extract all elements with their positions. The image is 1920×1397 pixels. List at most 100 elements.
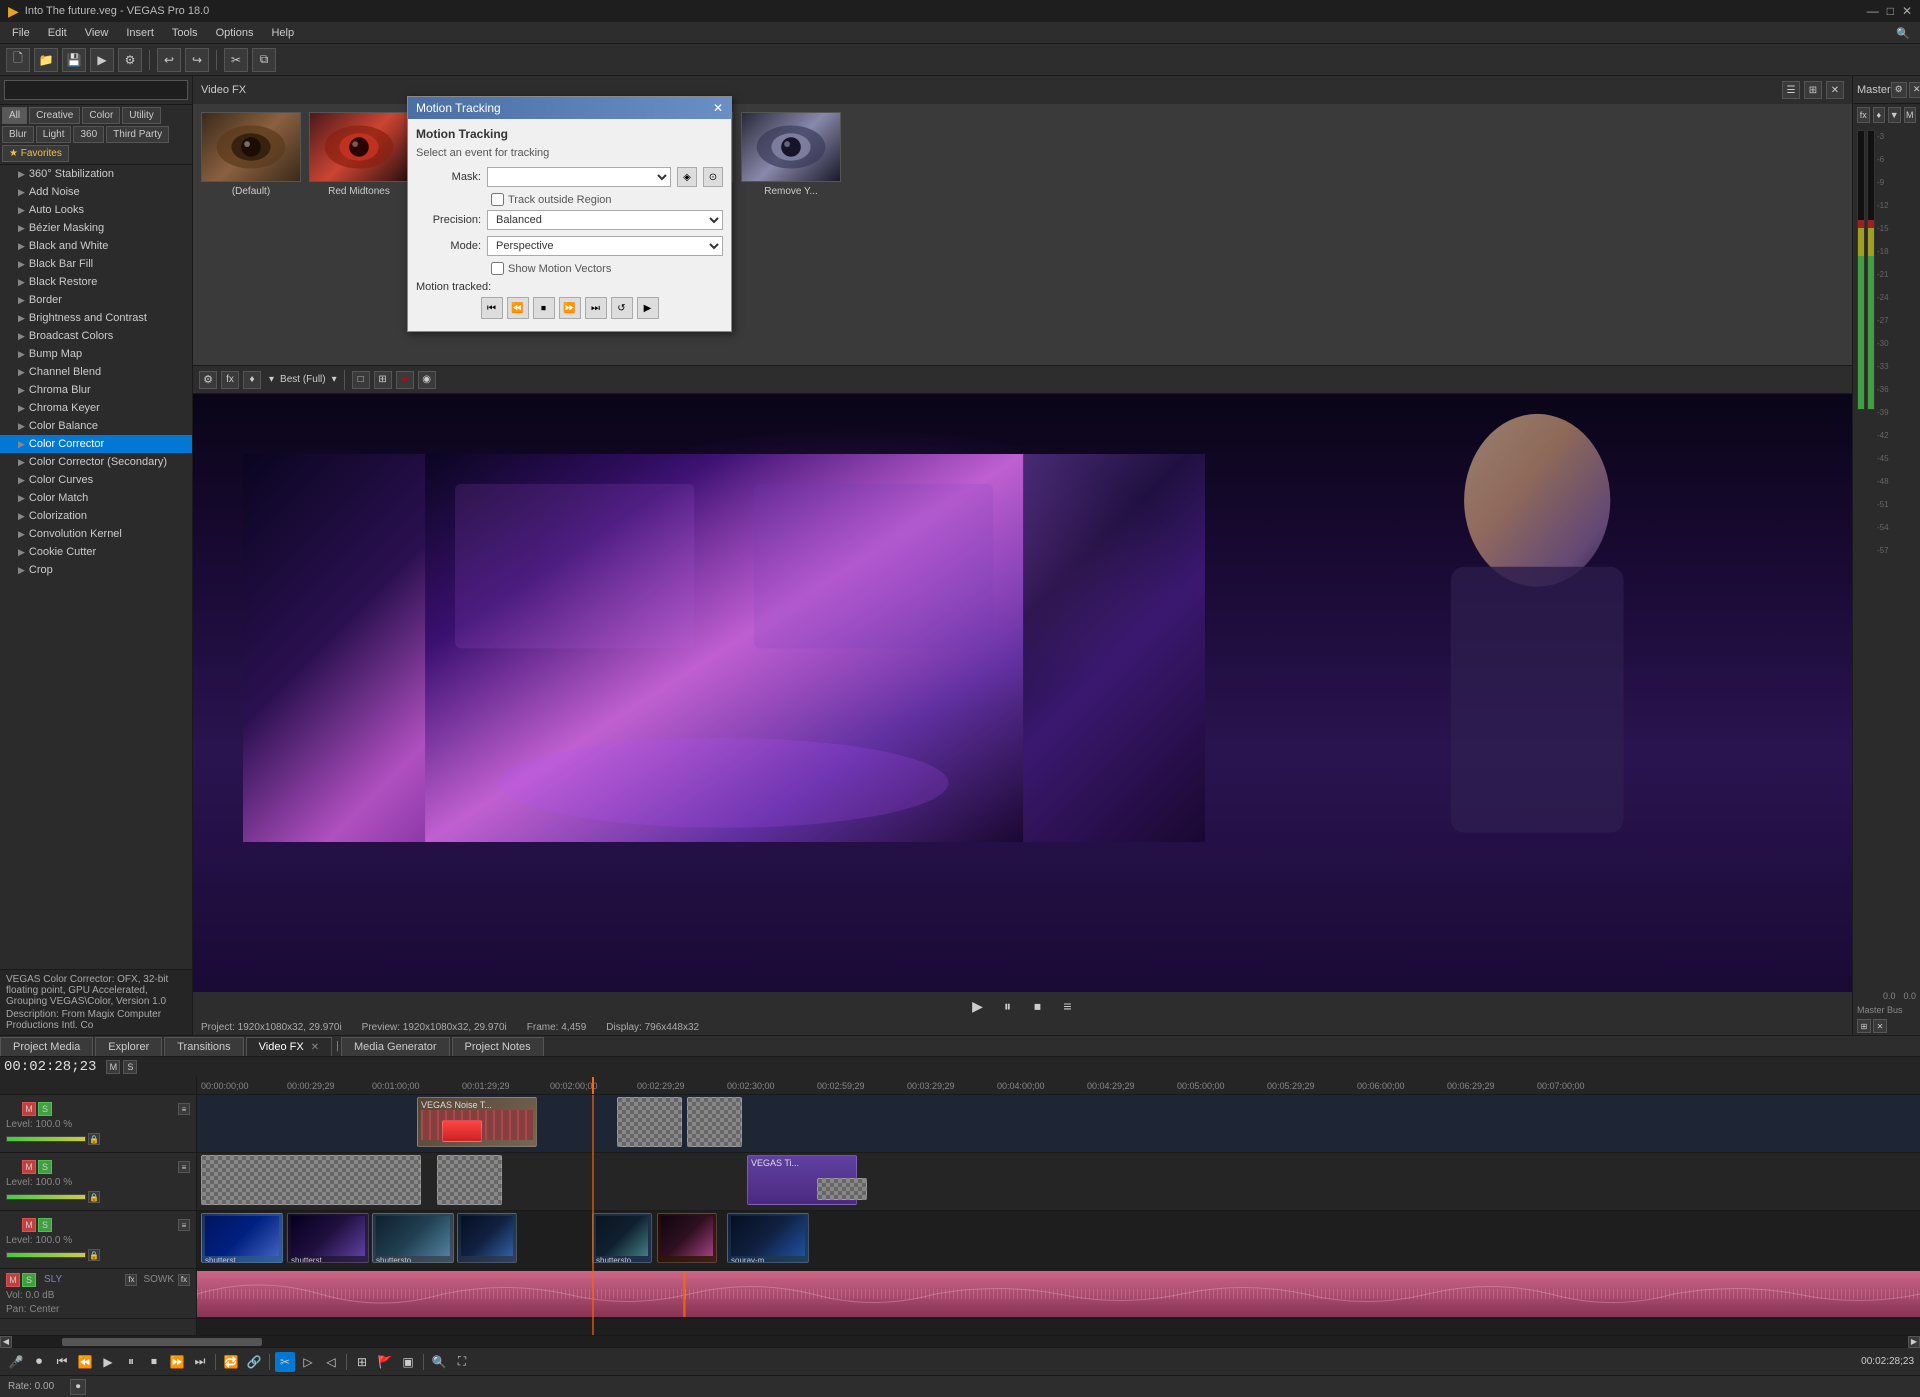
fx-item-blackrestore[interactable]: ▶ Black Restore [0,273,192,291]
preview-record-btn[interactable]: ● [396,371,414,389]
track-1-mute[interactable]: M [22,1102,36,1116]
clip-bg-2[interactable] [437,1155,502,1205]
clip-checker-3[interactable] [817,1178,867,1200]
toolbar-save[interactable]: 💾 [62,48,86,72]
mt-track-outside-checkbox[interactable] [491,193,504,206]
tab-project-notes[interactable]: Project Notes [452,1037,544,1056]
track-2-solo[interactable]: S [38,1160,52,1174]
fx-tab-third[interactable]: Third Party [106,126,169,143]
preview-split-btn[interactable]: □ [352,371,370,389]
preview-color-btn[interactable]: ♦ [243,371,261,389]
rp-fx-icon[interactable]: fx [1857,107,1870,123]
preview-settings-btn[interactable]: ⚙ [199,371,217,389]
toolbar-new[interactable]: 🗋 [6,48,30,72]
rp-eq-icon[interactable]: ♦ [1873,107,1886,123]
fx-tab-blur[interactable]: Blur [2,126,34,143]
bt-stop[interactable]: ⏹ [144,1352,164,1372]
fx-browser-list-view[interactable]: ☰ [1782,81,1800,99]
fx-search-input[interactable] [4,80,188,100]
bt-play[interactable]: ▶ [98,1352,118,1372]
fx-item-colorcurves[interactable]: ▶ Color Curves [0,471,192,489]
mt-mask-btn1[interactable]: ◈ [677,167,697,187]
mt-btn-stop[interactable]: ⏹ [533,297,555,319]
clip-vid-5[interactable]: shuttersto... [592,1213,652,1263]
bt-loop[interactable]: 🔁 [221,1352,241,1372]
fx-item-bezier[interactable]: ▶ Bézier Masking [0,219,192,237]
bt-rewind[interactable]: ⏪ [75,1352,95,1372]
fx-item-blackbarfill[interactable]: ▶ Black Bar Fill [0,255,192,273]
toolbar-settings[interactable]: ⚙ [118,48,142,72]
preview-grid-btn[interactable]: ⊞ [374,371,392,389]
tab-transitions[interactable]: Transitions [164,1037,243,1056]
menu-help[interactable]: Help [263,25,302,41]
fx-thumb-default[interactable]: (Default) [201,112,301,197]
bt-snap[interactable]: 🔗 [244,1352,264,1372]
toolbar-cut[interactable]: ✂ [224,48,248,72]
tab-project-media[interactable]: Project Media [0,1037,93,1056]
fx-thumb-remove[interactable]: Remove Y... [741,112,841,197]
fx-item-broadcast[interactable]: ▶ Broadcast Colors [0,327,192,345]
master-bus-settings[interactable]: ⊞ [1857,1019,1871,1033]
clip-vid-7[interactable]: sourav-m... [727,1213,809,1263]
mt-btn-end[interactable]: ⏭ [585,297,607,319]
h-scroll-thumb[interactable] [62,1338,262,1346]
bt-marker[interactable]: 🚩 [375,1352,395,1372]
minimize-button[interactable]: — [1867,4,1879,18]
mt-btn-start[interactable]: ⏮ [481,297,503,319]
toolbar-redo[interactable]: ↪ [185,48,209,72]
mt-precision-select[interactable]: Balanced [487,210,723,230]
bt-select[interactable]: ▷ [298,1352,318,1372]
track-4-fx2[interactable]: fx [178,1274,190,1286]
clip-checker-2[interactable] [687,1097,742,1147]
bt-forward[interactable]: ⏩ [167,1352,187,1372]
clip-vid-4[interactable] [457,1213,517,1263]
bt-select2[interactable]: ◁ [321,1352,341,1372]
menu-insert[interactable]: Insert [118,25,162,41]
mt-show-vectors-checkbox[interactable] [491,262,504,275]
rp-settings-btn[interactable]: ⚙ [1891,82,1907,98]
mt-btn-reset[interactable]: ↺ [611,297,633,319]
toolbar-open[interactable]: 📁 [34,48,58,72]
track-2-lock[interactable]: 🔒 [88,1191,100,1203]
clip-vid-3[interactable]: shuttersto... [372,1213,454,1263]
rp-mute-icon[interactable]: M [1904,107,1917,123]
menu-edit[interactable]: Edit [40,25,75,41]
fx-item-colorization[interactable]: ▶ Colorization [0,507,192,525]
bt-prev-frame[interactable]: ⏮ [52,1352,72,1372]
track-1-solo[interactable]: S [38,1102,52,1116]
mt-btn-play[interactable]: ▶ [637,297,659,319]
fx-item-brightness[interactable]: ▶ Brightness and Contrast [0,309,192,327]
rp-close-btn[interactable]: ✕ [1909,82,1920,98]
preview-fx-btn[interactable]: fx [221,371,239,389]
fx-tab-light[interactable]: Light [36,126,72,143]
toolbar-undo[interactable]: ↩ [157,48,181,72]
bt-razor[interactable]: ✂ [275,1352,295,1372]
fx-item-cookiecutter[interactable]: ▶ Cookie Cutter [0,543,192,561]
toolbar-copy[interactable]: ⧉ [252,48,276,72]
preview-pause-btn[interactable]: ⏸ [997,995,1019,1017]
fx-tab-color[interactable]: Color [82,107,120,124]
fx-item-bw[interactable]: ▶ Black and White [0,237,192,255]
fx-thumb-red[interactable]: Red Midtones [309,112,409,197]
scroll-left-btn[interactable]: ◀ [0,1336,12,1348]
track-4-mute[interactable]: M [6,1273,20,1287]
tab-video-fx-close[interactable]: ✕ [311,1042,319,1053]
fx-item-border[interactable]: ▶ Border [0,291,192,309]
track-3-mute[interactable]: M [22,1218,36,1232]
track-2-composite[interactable]: ≡ [178,1161,190,1173]
menu-view[interactable]: View [77,25,117,41]
mt-mask-btn2[interactable]: ⊙ [703,167,723,187]
bt-record[interactable]: ⏺ [29,1352,49,1372]
timeline-mute-all[interactable]: M [106,1060,120,1074]
fx-item-360stab[interactable]: ▶ 360° Stabilization [0,165,192,183]
clip-bg-1[interactable] [201,1155,421,1205]
tab-video-fx[interactable]: Video FX ✕ [246,1037,333,1056]
track-1-composite[interactable]: ≡ [178,1103,190,1115]
preview-menu-btn[interactable]: ≡ [1057,995,1079,1017]
fx-item-colorbalance[interactable]: ▶ Color Balance [0,417,192,435]
mt-mask-select[interactable] [487,167,671,187]
fx-item-colorcorrector[interactable]: ▶ Color Corrector [0,435,192,453]
preview-stop-btn[interactable]: ⏹ [1027,995,1049,1017]
fx-item-channelblend[interactable]: ▶ Channel Blend [0,363,192,381]
fx-item-autolooks[interactable]: ▶ Auto Looks [0,201,192,219]
